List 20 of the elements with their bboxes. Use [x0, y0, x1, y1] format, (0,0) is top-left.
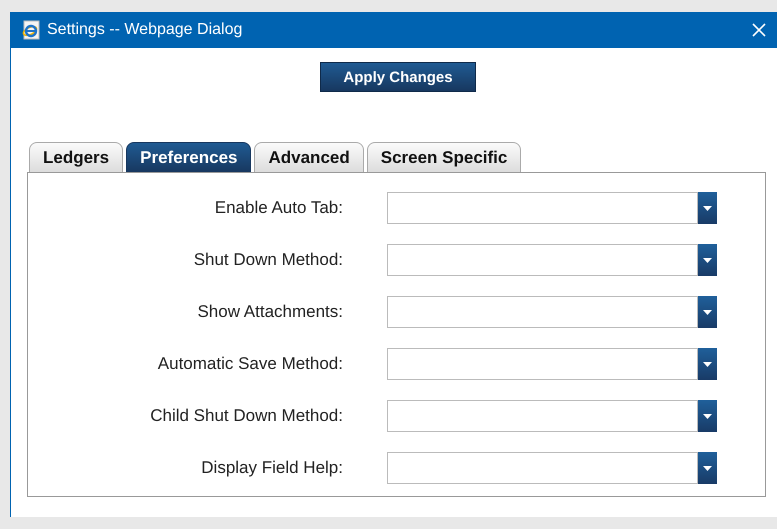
tab[interactable]: Ledgers — [29, 142, 124, 172]
window-title: Settings -- Webpage Dialog — [47, 21, 244, 39]
field-label: Enable Auto Tab: — [214, 198, 343, 218]
field-label: Show Attachments: — [196, 302, 343, 322]
field-label: Automatic Save Method: — [156, 354, 343, 374]
dropdown-field[interactable] — [387, 244, 717, 276]
field-label: Display Field Help: — [200, 458, 343, 478]
close-icon[interactable] — [751, 22, 767, 38]
dropdown-field[interactable] — [387, 452, 717, 484]
tab[interactable]: Preferences — [126, 142, 252, 172]
tab[interactable]: Advanced — [254, 142, 364, 172]
browser-logo-icon — [21, 20, 41, 40]
field-label: Shut Down Method: — [192, 250, 343, 270]
tab[interactable]: Screen Specific — [366, 142, 522, 172]
apply-changes-button[interactable]: Apply Changes — [320, 62, 476, 92]
dropdown-field[interactable] — [387, 348, 717, 380]
dropdown-field[interactable] — [387, 192, 717, 224]
dropdown-field[interactable] — [387, 400, 717, 432]
dropdown-field[interactable] — [387, 296, 717, 328]
field-label: Child Shut Down Method: — [149, 406, 343, 426]
